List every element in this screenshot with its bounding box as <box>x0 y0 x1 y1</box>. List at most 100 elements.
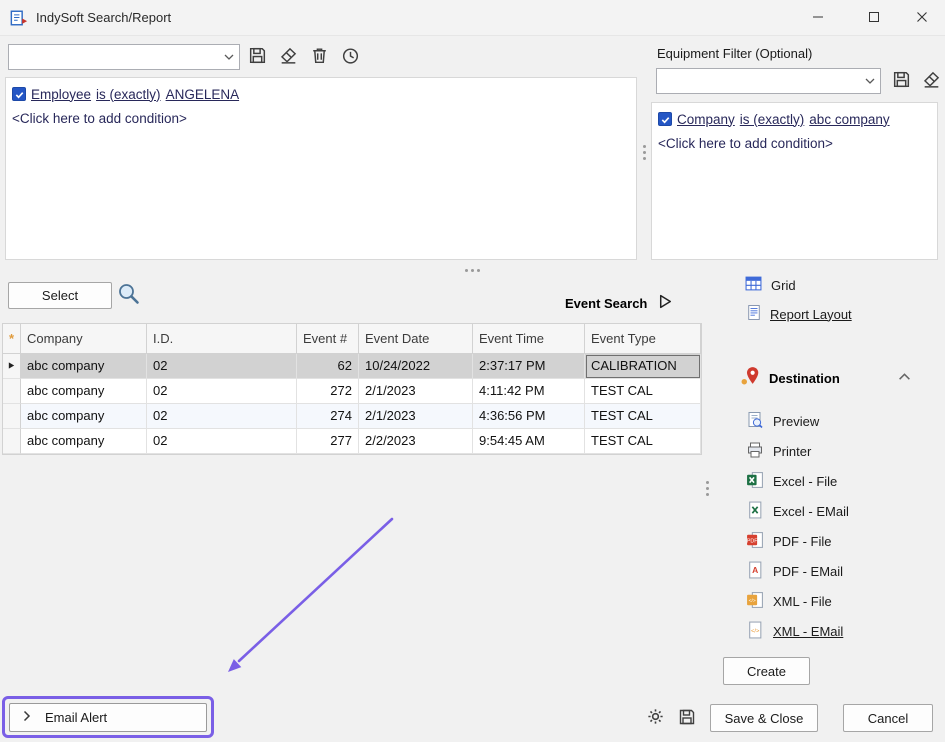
column-header-company[interactable]: Company <box>21 324 147 354</box>
search-button[interactable] <box>115 282 142 309</box>
event-search-label: Event Search <box>565 296 647 311</box>
cell-event-date[interactable]: 10/24/2022 <box>359 354 473 379</box>
cell-company[interactable]: abc company <box>21 404 147 429</box>
eraser-icon <box>278 45 299 69</box>
cell-event-date[interactable]: 2/1/2023 <box>359 379 473 404</box>
cell-event-number[interactable]: 62 <box>297 354 359 379</box>
cell-event-date[interactable]: 2/2/2023 <box>359 429 473 454</box>
history-button[interactable] <box>338 45 362 69</box>
destination-item-xml-file[interactable]: </> XML - File <box>746 589 832 613</box>
destination-item-pdf-email[interactable]: A PDF - EMail <box>746 559 843 583</box>
play-icon[interactable] <box>657 293 674 313</box>
cell-event-date[interactable]: 2/1/2023 <box>359 404 473 429</box>
sidebar-splitter-grip[interactable] <box>702 478 712 498</box>
settings-button[interactable] <box>644 707 666 729</box>
destination-item-printer[interactable]: Printer <box>746 439 811 463</box>
select-button[interactable]: Select <box>8 282 112 309</box>
cell-event-time[interactable]: 9:54:45 AM <box>473 429 585 454</box>
cell-event-number[interactable]: 274 <box>297 404 359 429</box>
add-condition-link[interactable]: <Click here to add condition> <box>658 136 833 151</box>
cell-event-type[interactable]: TEST CAL <box>585 379 701 404</box>
minimize-button[interactable] <box>795 0 841 36</box>
employee-filter-combo[interactable] <box>8 44 240 70</box>
close-button[interactable] <box>899 0 945 36</box>
cell-event-time[interactable]: 2:37:17 PM <box>473 354 585 379</box>
sidebar-item-report-layout[interactable]: Report Layout <box>747 302 852 326</box>
destination-item-excel-email[interactable]: Excel - EMail <box>746 499 849 523</box>
cell-company[interactable]: abc company <box>21 429 147 454</box>
cell-event-type[interactable]: CALIBRATION <box>585 354 701 379</box>
column-header-event-number[interactable]: Event # <box>297 324 359 354</box>
cell-event-time[interactable]: 4:36:56 PM <box>473 404 585 429</box>
add-condition-link[interactable]: <Click here to add condition> <box>12 111 187 126</box>
eraser-icon <box>921 69 942 93</box>
cell-id[interactable]: 02 <box>147 379 297 404</box>
search-icon <box>116 281 142 310</box>
create-button-label: Create <box>747 664 786 679</box>
condition-operator-link[interactable]: is (exactly) <box>740 112 805 127</box>
event-search-control[interactable]: Event Search <box>565 293 674 313</box>
clear-equipment-filter-button[interactable] <box>919 69 943 93</box>
table-row[interactable]: abc company 02 277 2/2/2023 9:54:45 AM T… <box>3 429 701 454</box>
cell-event-number[interactable]: 277 <box>297 429 359 454</box>
column-header-event-type[interactable]: Event Type <box>585 324 701 354</box>
cancel-button[interactable]: Cancel <box>843 704 933 732</box>
svg-text:PDF: PDF <box>747 538 758 544</box>
cell-event-type[interactable]: TEST CAL <box>585 429 701 454</box>
cell-id[interactable]: 02 <box>147 429 297 454</box>
destination-item-label: XML - EMail <box>773 624 843 639</box>
destination-item-excel-file[interactable]: Excel - File <box>746 469 837 493</box>
chevron-up-icon[interactable] <box>898 369 911 384</box>
chevron-down-icon[interactable] <box>860 69 880 93</box>
cancel-button-label: Cancel <box>868 711 908 726</box>
column-header-event-time[interactable]: Event Time <box>473 324 585 354</box>
equipment-filter-combo[interactable] <box>656 68 881 94</box>
destination-section-header[interactable]: Destination <box>738 365 840 391</box>
column-header-id[interactable]: I.D. <box>147 324 297 354</box>
save-equipment-filter-button[interactable] <box>889 69 913 93</box>
condition-checkbox[interactable] <box>12 87 26 101</box>
destination-item-pdf-file[interactable]: PDF PDF - File <box>746 529 832 553</box>
cell-id[interactable]: 02 <box>147 354 297 379</box>
vertical-splitter-grip[interactable] <box>639 142 649 162</box>
delete-filter-button[interactable] <box>307 45 331 69</box>
column-header-event-date[interactable]: Event Date <box>359 324 473 354</box>
condition-value-link[interactable]: ANGELENA <box>166 87 240 102</box>
condition-value-link[interactable]: abc company <box>809 112 889 127</box>
cell-company[interactable]: abc company <box>21 379 147 404</box>
title-bar[interactable]: IndySoft Search/Report <box>0 0 945 36</box>
grid-header-marker: * <box>3 324 21 354</box>
email-alert-button[interactable]: Email Alert <box>9 703 207 732</box>
clear-filter-button[interactable] <box>276 45 300 69</box>
app-icon <box>10 9 28 27</box>
condition-checkbox[interactable] <box>658 112 672 126</box>
condition-field-link[interactable]: Employee <box>31 87 91 102</box>
maximize-button[interactable] <box>851 0 897 36</box>
cell-event-type[interactable]: TEST CAL <box>585 404 701 429</box>
cell-event-number[interactable]: 272 <box>297 379 359 404</box>
destination-item-preview[interactable]: Preview <box>746 409 819 433</box>
table-row[interactable]: abc company 02 274 2/1/2023 4:36:56 PM T… <box>3 404 701 429</box>
cell-company[interactable]: abc company <box>21 354 147 379</box>
horizontal-splitter-grip[interactable] <box>461 265 483 275</box>
table-row[interactable]: abc company 02 272 2/1/2023 4:11:42 PM T… <box>3 379 701 404</box>
condition-operator-link[interactable]: is (exactly) <box>96 87 161 102</box>
sidebar-item-label: Report Layout <box>770 307 852 322</box>
save-close-button[interactable]: Save & Close <box>710 704 818 732</box>
save-filter-button[interactable] <box>245 45 269 69</box>
employee-condition-row: Employee is (exactly) ANGELENA <box>12 85 239 103</box>
destination-item-xml-email[interactable]: </> XML - EMail <box>746 619 843 643</box>
table-row-selected[interactable]: abc company 02 62 10/24/2022 2:37:17 PM … <box>3 354 701 379</box>
report-layout-icon <box>747 304 761 324</box>
condition-field-link[interactable]: Company <box>677 112 735 127</box>
create-button[interactable]: Create <box>723 657 810 685</box>
cell-id[interactable]: 02 <box>147 404 297 429</box>
grid-icon <box>745 275 762 295</box>
sidebar-item-grid[interactable]: Grid <box>745 273 796 297</box>
clock-icon <box>340 45 361 69</box>
search-report-window: IndySoft Search/Report Employee is (exac… <box>0 0 945 742</box>
save-settings-button[interactable] <box>676 707 698 729</box>
cell-event-time[interactable]: 4:11:42 PM <box>473 379 585 404</box>
annotation-arrow <box>205 505 405 681</box>
chevron-down-icon[interactable] <box>219 45 239 69</box>
